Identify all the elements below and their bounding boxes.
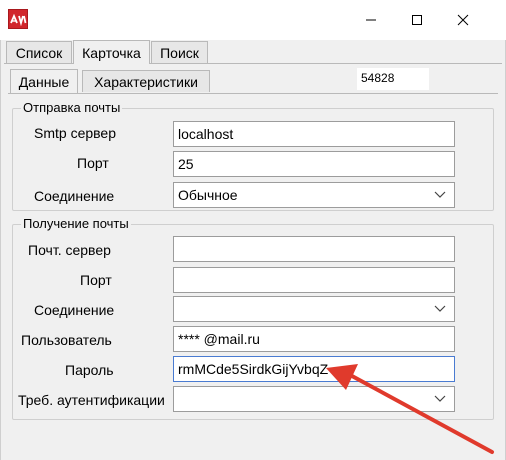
minimize-button[interactable] [348,0,394,40]
title-bar [0,0,506,40]
chevron-down-icon [434,191,446,198]
password-label: Пароль [65,362,114,378]
tab-search-label: Поиск [160,44,199,61]
chevron-down-icon [434,395,446,402]
username-label: Пользователь [21,332,112,348]
close-button[interactable] [440,0,486,40]
incoming-connection-select[interactable] [173,296,455,322]
outgoing-mail-title: Отправка почты [21,100,123,115]
password-field[interactable]: rmMCde5SirdkGijYvbqZ [173,356,455,382]
tab-list[interactable]: Список [6,41,72,63]
maximize-icon [412,15,422,25]
chevron-down-icon [434,305,446,312]
username-field[interactable]: **** @mail.ru [173,326,455,352]
close-icon [457,14,469,26]
subtab-data[interactable]: Данные [10,69,78,93]
outgoing-port-label: Порт [77,155,109,171]
outgoing-connection-value: Обычное [178,187,238,203]
subtab-characteristics[interactable]: Характеристики [82,70,210,92]
maximize-button[interactable] [394,0,440,40]
tab-list-label: Список [15,44,63,61]
subtab-strip-divider [8,93,498,94]
subtab-data-label: Данные [18,73,70,90]
incoming-connection-label: Соединение [34,302,115,318]
incoming-port-label: Порт [80,272,112,288]
smtp-server-label: Smtp сервер [34,125,116,141]
outgoing-connection-label: Соединение [34,188,115,204]
tab-card[interactable]: Карточка [73,40,150,64]
outgoing-port-field[interactable]: 25 [173,151,455,177]
mail-server-field[interactable] [173,236,455,262]
record-id: 54828 [357,68,429,90]
minimize-icon [366,19,376,21]
tab-search[interactable]: Поиск [151,41,208,63]
app-logo-icon [8,9,28,29]
subtab-characteristics-label: Характеристики [94,73,198,90]
outgoing-connection-select[interactable]: Обычное [173,182,455,208]
auth-required-select[interactable] [173,386,455,412]
incoming-port-field[interactable] [173,267,455,293]
tab-card-label: Карточка [82,44,141,61]
smtp-server-field[interactable]: localhost [173,121,455,147]
mail-server-label: Почт. сервер [28,242,111,258]
incoming-mail-title: Получение почты [21,216,131,231]
auth-required-label: Треб. аутентификации [18,392,165,408]
